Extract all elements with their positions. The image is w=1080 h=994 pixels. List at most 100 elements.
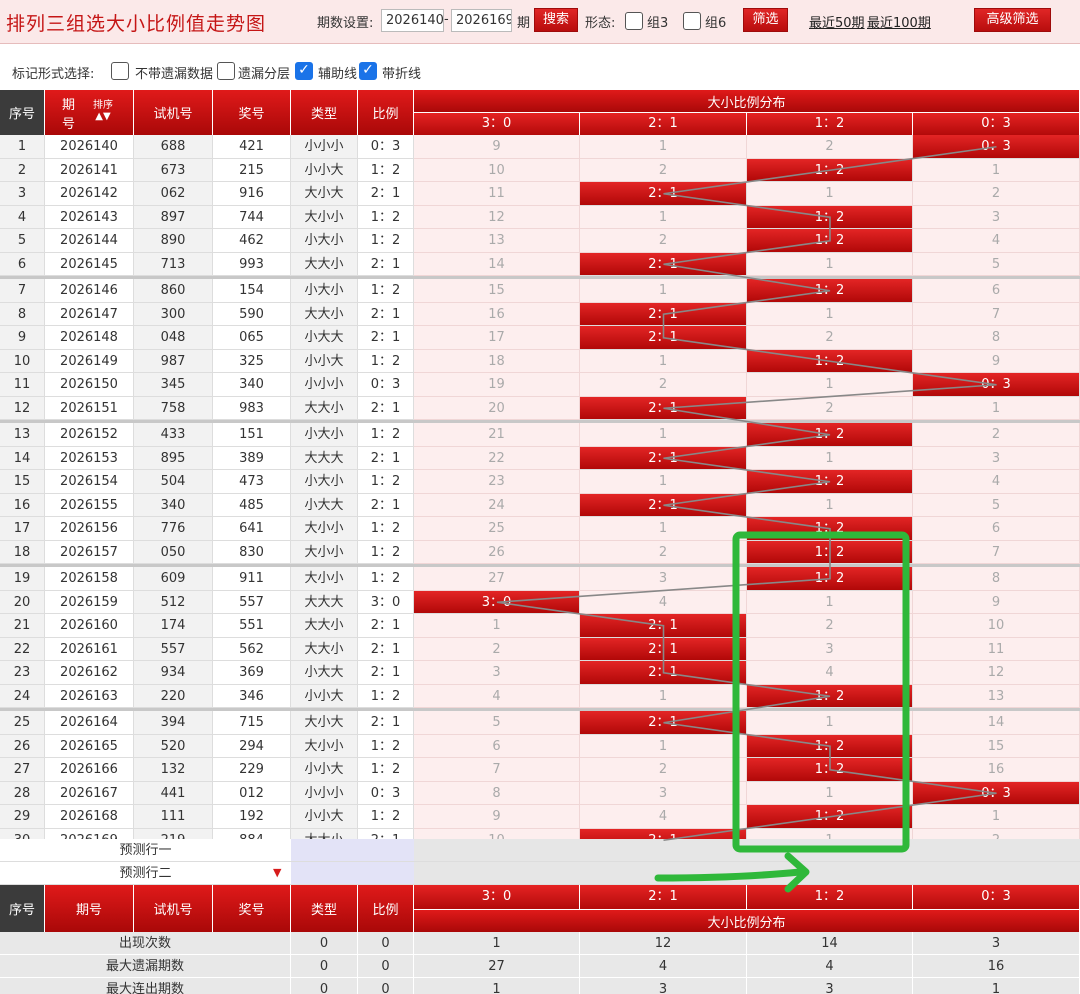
table-row[interactable]: 25 2026164 394 715 大小大 2：1 5 2：1 1 14 xyxy=(0,711,1080,735)
table-row[interactable]: 20 2026159 512 557 大大大 3：0 3：0 4 1 9 xyxy=(0,590,1080,614)
dist-cell-miss: 8 xyxy=(913,326,1080,350)
table-row[interactable]: 5 2026144 890 462 小大小 1：2 13 2 1：2 4 xyxy=(0,229,1080,253)
cell-trial: 934 xyxy=(134,661,213,685)
dist-cell-miss: 1 xyxy=(747,590,913,614)
table-row[interactable]: 22 2026161 557 562 大大小 2：1 2 2：1 3 11 xyxy=(0,637,1080,661)
cell-idx: 14 xyxy=(0,446,45,470)
dist-cell-miss: 21 xyxy=(414,423,580,447)
table-row[interactable]: 2 2026141 673 215 小小大 1：2 10 2 1：2 1 xyxy=(0,158,1080,182)
cell-period: 2026150 xyxy=(45,373,134,397)
cell-type: 大大大 xyxy=(291,590,358,614)
dist-cell-hit: 2：1 xyxy=(580,711,747,735)
dist-cell-miss: 24 xyxy=(414,493,580,517)
table-row[interactable]: 23 2026162 934 369 小大大 2：1 3 2：1 4 12 xyxy=(0,661,1080,685)
table-row[interactable]: 18 2026157 050 830 大小小 1：2 26 2 1：2 7 xyxy=(0,540,1080,564)
cell-trial: 609 xyxy=(134,567,213,591)
cell-idx: 8 xyxy=(0,302,45,326)
dist-cell-miss: 11 xyxy=(414,182,580,206)
cell-ratio: 1：2 xyxy=(358,540,414,564)
stat-dist-value: 4 xyxy=(747,955,913,978)
dist-cell-miss: 4 xyxy=(913,470,1080,494)
cell-trial: 758 xyxy=(134,396,213,420)
cell-prize: 340 xyxy=(213,373,291,397)
cell-ratio: 2：1 xyxy=(358,446,414,470)
footer-dist-col: 0：3 xyxy=(913,885,1080,909)
advanced-filter-button[interactable]: 高级筛选 xyxy=(974,8,1051,32)
period-label: 期数设置: xyxy=(317,16,374,31)
dist-cell-hit: 1：2 xyxy=(747,684,913,708)
table-row[interactable]: 17 2026156 776 641 大小小 1：2 25 1 1：2 6 xyxy=(0,517,1080,541)
stat-dist-value: 3 xyxy=(580,978,747,994)
search-button[interactable]: 搜索 xyxy=(534,8,578,32)
mark-options-bar: 标记形式选择: 不带遗漏数据 遗漏分层 ✓ 辅助线 ✓ 带折线 xyxy=(0,56,1080,86)
table-row[interactable]: 1 2026140 688 421 小小小 0：3 9 1 2 0：3 xyxy=(0,135,1080,159)
dist-cell-miss: 3 xyxy=(747,637,913,661)
table-row[interactable]: 6 2026145 713 993 大大小 2：1 14 2：1 1 5 xyxy=(0,252,1080,276)
table-row[interactable]: 26 2026165 520 294 大小小 1：2 6 1 1：2 15 xyxy=(0,734,1080,758)
period-suffix: 期 xyxy=(517,16,531,31)
dist-cell-miss: 12 xyxy=(913,661,1080,685)
dist-cell-miss: 5 xyxy=(913,252,1080,276)
footer-dist-col: 1：2 xyxy=(747,885,913,909)
table-row[interactable]: 27 2026166 132 229 小小大 1：2 7 2 1：2 16 xyxy=(0,758,1080,782)
dist-cell-miss: 23 xyxy=(414,470,580,494)
table-row[interactable]: 21 2026160 174 551 大大小 2：1 1 2：1 2 10 xyxy=(0,614,1080,638)
table-row[interactable]: 3 2026142 062 916 大小大 2：1 11 2：1 1 2 xyxy=(0,182,1080,206)
cell-ratio: 2：1 xyxy=(358,493,414,517)
option-no-miss-checkbox[interactable] xyxy=(111,62,129,80)
table-row[interactable]: 14 2026153 895 389 大大大 2：1 22 2：1 1 3 xyxy=(0,446,1080,470)
sort-control[interactable]: 排序 ▲▼ xyxy=(93,100,113,122)
group3-checkbox[interactable] xyxy=(625,12,643,30)
table-row[interactable]: 29 2026168 111 192 小小大 1：2 9 4 1：2 1 xyxy=(0,805,1080,829)
table-row[interactable]: 8 2026147 300 590 大大小 2：1 16 2：1 1 7 xyxy=(0,302,1080,326)
table-row[interactable]: 11 2026150 345 340 小小小 0：3 19 2 1 0：3 xyxy=(0,373,1080,397)
table-row[interactable]: 7 2026146 860 154 小大小 1：2 15 1 1：2 6 xyxy=(0,279,1080,303)
table-row[interactable]: 12 2026151 758 983 大大小 2：1 20 2：1 2 1 xyxy=(0,396,1080,420)
last100-link[interactable]: 最近100期 xyxy=(867,12,931,31)
option-polyline-checkbox[interactable]: ✓ xyxy=(359,62,377,80)
sort-label: 排序 xyxy=(93,100,113,111)
table-row[interactable]: 4 2026143 897 744 大小小 1：2 12 1 1：2 3 xyxy=(0,205,1080,229)
table-row[interactable]: 13 2026152 433 151 小大小 1：2 21 1 1：2 2 xyxy=(0,423,1080,447)
dist-cell-miss: 11 xyxy=(913,637,1080,661)
cell-type: 大大小 xyxy=(291,252,358,276)
footer-header-ratio: 比例 xyxy=(358,885,414,932)
option-label: 不带遗漏数据 xyxy=(135,67,214,82)
col-header-period[interactable]: 期 号 xyxy=(45,90,134,135)
predict-row-one-input[interactable] xyxy=(291,839,414,862)
dist-cell-miss: 8 xyxy=(913,567,1080,591)
table-row[interactable]: 24 2026163 220 346 小小大 1：2 4 1 1：2 13 xyxy=(0,684,1080,708)
period-to-input[interactable] xyxy=(451,9,512,32)
table-row[interactable]: 9 2026148 048 065 小大大 2：1 17 2：1 2 8 xyxy=(0,326,1080,350)
table-row[interactable]: 15 2026154 504 473 小大小 1：2 23 1 1：2 4 xyxy=(0,470,1080,494)
filter-button[interactable]: 筛选 xyxy=(743,8,788,32)
form-label: 形态: xyxy=(585,16,616,31)
cell-type: 大小大 xyxy=(291,182,358,206)
cell-type: 小小大 xyxy=(291,349,358,373)
cell-idx: 5 xyxy=(0,229,45,253)
cell-idx: 24 xyxy=(0,684,45,708)
table-row[interactable]: 19 2026158 609 911 大小小 1：2 27 3 1：2 8 xyxy=(0,567,1080,591)
option-miss-layer-checkbox[interactable] xyxy=(217,62,235,80)
cell-period: 2026144 xyxy=(45,229,134,253)
dist-cell-hit: 1：2 xyxy=(747,517,913,541)
dist-cell-miss: 1 xyxy=(580,279,747,303)
cell-trial: 895 xyxy=(134,446,213,470)
table-row[interactable]: 16 2026155 340 485 小大大 2：1 24 2：1 1 5 xyxy=(0,493,1080,517)
group6-checkbox[interactable] xyxy=(683,12,701,30)
option-guide-line-checkbox[interactable]: ✓ xyxy=(295,62,313,80)
predict-row-one-dist[interactable] xyxy=(414,839,1080,862)
last50-link[interactable]: 最近50期 xyxy=(809,12,865,31)
predict-row-two-input[interactable] xyxy=(291,862,414,885)
dist-cell-hit: 1：2 xyxy=(747,470,913,494)
dist-cell-miss: 1 xyxy=(580,135,747,159)
predict-row-two-dist[interactable] xyxy=(414,862,1080,885)
dist-cell-hit: 1：2 xyxy=(747,567,913,591)
cell-period: 2026160 xyxy=(45,614,134,638)
col-header-type: 类型 xyxy=(291,90,358,135)
table-row[interactable]: 28 2026167 441 012 小小小 0：3 8 3 1 0：3 xyxy=(0,781,1080,805)
table-row[interactable]: 10 2026149 987 325 小小大 1：2 18 1 1：2 9 xyxy=(0,349,1080,373)
period-from-input[interactable] xyxy=(381,9,444,32)
cell-trial: 713 xyxy=(134,252,213,276)
cell-ratio: 1：2 xyxy=(358,205,414,229)
